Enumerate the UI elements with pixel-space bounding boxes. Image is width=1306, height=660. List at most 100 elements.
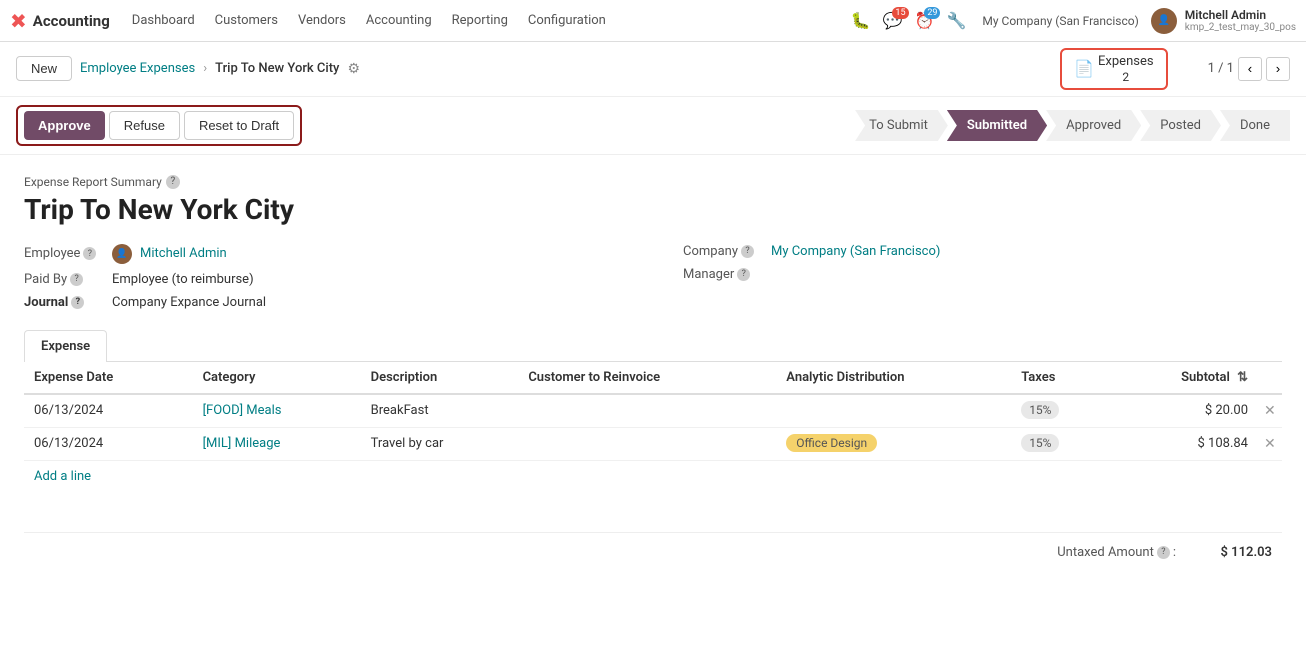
fields-left: Employee ? 👤 Mitchell Admin Paid By ? Em… [24,244,623,310]
sort-icon[interactable]: ⇅ [1237,370,1248,385]
row2-analytic: Office Design [776,427,1011,460]
breadcrumb-separator: › [203,61,207,76]
col-expense-date: Expense Date [24,362,193,394]
main-content: Expense Report Summary ? Trip To New Yor… [0,155,1306,592]
delete-icon[interactable]: ✕ [1264,436,1276,452]
username: Mitchell Admin [1185,8,1296,22]
gear-icon[interactable]: ⚙ [347,61,360,77]
nav-customers[interactable]: Customers [207,9,286,32]
nav-configuration[interactable]: Configuration [520,9,614,32]
tab-expense[interactable]: Expense [24,330,107,362]
reset-draft-button[interactable]: Reset to Draft [184,111,294,140]
row1-analytic [776,394,1011,428]
help-icon-manager[interactable]: ? [737,268,750,281]
action-status-row: Approve Refuse Reset to Draft To Submit … [0,97,1306,155]
nav-accounting[interactable]: Accounting [358,9,440,32]
help-icon-untaxed[interactable]: ? [1157,546,1170,559]
journal-label: Journal ? [24,295,104,310]
col-actions-header [1258,362,1282,394]
company-name: My Company (San Francisco) [982,14,1138,28]
delete-icon[interactable]: ✕ [1264,403,1276,419]
status-approved[interactable]: Approved [1046,110,1141,141]
table-row: 06/13/2024 [MIL] Mileage Travel by car O… [24,427,1282,460]
nav-dashboard[interactable]: Dashboard [124,9,203,32]
clock-badge: 29 [924,7,940,19]
journal-row: Journal ? Company Expance Journal [24,295,623,310]
wrench-icon[interactable]: 🔧 [946,11,966,30]
status-done[interactable]: Done [1220,110,1290,141]
pager-prev[interactable]: ‹ [1238,57,1262,81]
row1-tax-badge[interactable]: 15% [1021,401,1059,419]
employee-value[interactable]: Mitchell Admin [140,246,227,261]
expense-table: Expense Date Category Description Custom… [24,362,1282,461]
row1-date: 06/13/2024 [24,394,193,428]
breadcrumb-bar: New Employee Expenses › Trip To New York… [0,42,1306,97]
nav-vendors[interactable]: Vendors [290,9,354,32]
clock-icon[interactable]: ⏰ 29 [915,11,935,30]
help-icon-report[interactable]: ? [166,175,180,189]
user-avatar: 👤 [1151,8,1177,34]
pager-next[interactable]: › [1266,57,1290,81]
new-button[interactable]: New [16,56,72,81]
journal-value: Company Expance Journal [112,295,266,310]
employee-avatar: 👤 [112,244,132,264]
row1-subtotal: $ 20.00 [1110,394,1258,428]
status-pipeline: To Submit Submitted Approved Posted Done [855,110,1290,141]
row2-taxes: 15% [1011,427,1110,460]
status-to-submit[interactable]: To Submit [855,110,948,141]
paid-by-label: Paid By ? [24,272,104,287]
row2-delete[interactable]: ✕ [1258,427,1282,460]
row2-customer [518,427,776,460]
breadcrumb-parent[interactable]: Employee Expenses [80,61,195,76]
debug-icon[interactable]: 🐛 [851,11,871,30]
nav-reporting[interactable]: Reporting [444,9,516,32]
action-buttons-group: Approve Refuse Reset to Draft [16,105,302,146]
row1-description: BreakFast [361,394,519,428]
fields-grid: Employee ? 👤 Mitchell Admin Paid By ? Em… [24,244,1282,310]
status-posted[interactable]: Posted [1140,110,1221,141]
user-db: kmp_2_test_may_30_pos [1185,22,1296,33]
untaxed-label: Untaxed Amount ? : [1057,545,1176,560]
report-label-row: Expense Report Summary ? [24,175,1282,189]
help-icon-company[interactable]: ? [741,245,754,258]
row1-customer [518,394,776,428]
analytic-badge[interactable]: Office Design [786,434,877,452]
expenses-button[interactable]: 📄Expenses2 [1062,50,1165,88]
row2-category[interactable]: [MIL] Mileage [193,427,361,460]
pager-text: 1 / 1 [1208,61,1234,76]
approve-button[interactable]: Approve [24,111,105,140]
row2-description: Travel by car [361,427,519,460]
expenses-widget[interactable]: 📄Expenses2 [1060,48,1167,90]
help-icon-journal[interactable]: ? [71,296,84,309]
row2-subtotal: $ 108.84 [1110,427,1258,460]
company-value[interactable]: My Company (San Francisco) [771,244,940,259]
add-line[interactable]: Add a line [24,461,101,492]
row1-category[interactable]: [FOOD] Meals [193,394,361,428]
user-info: Mitchell Admin kmp_2_test_may_30_pos [1185,8,1296,33]
pager: 1 / 1 ‹ › [1208,57,1290,81]
row1-delete[interactable]: ✕ [1258,394,1282,428]
expense-title: Trip To New York City [24,193,1282,226]
fields-right: Company ? My Company (San Francisco) Man… [683,244,1282,310]
employee-label: Employee ? [24,246,104,261]
help-icon-employee[interactable]: ? [83,247,96,260]
paid-by-value: Employee (to reimburse) [112,272,254,287]
chat-icon[interactable]: 💬 15 [883,11,903,30]
tabs-bar: Expense [24,330,1282,362]
row2-date: 06/13/2024 [24,427,193,460]
breadcrumb-current: Trip To New York City [215,61,339,76]
top-nav: ✖ Accounting Dashboard Customers Vendors… [0,0,1306,42]
row2-tax-badge[interactable]: 15% [1021,434,1059,452]
manager-row: Manager ? [683,267,1282,282]
col-description: Description [361,362,519,394]
employee-row: Employee ? 👤 Mitchell Admin [24,244,623,264]
row1-taxes: 15% [1011,394,1110,428]
manager-label: Manager ? [683,267,763,282]
help-icon-paid[interactable]: ? [70,273,83,286]
status-submitted[interactable]: Submitted [947,110,1047,141]
col-customer: Customer to Reinvoice [518,362,776,394]
report-label: Expense Report Summary [24,175,162,189]
chat-badge: 15 [892,7,908,19]
col-category: Category [193,362,361,394]
refuse-button[interactable]: Refuse [109,111,180,140]
